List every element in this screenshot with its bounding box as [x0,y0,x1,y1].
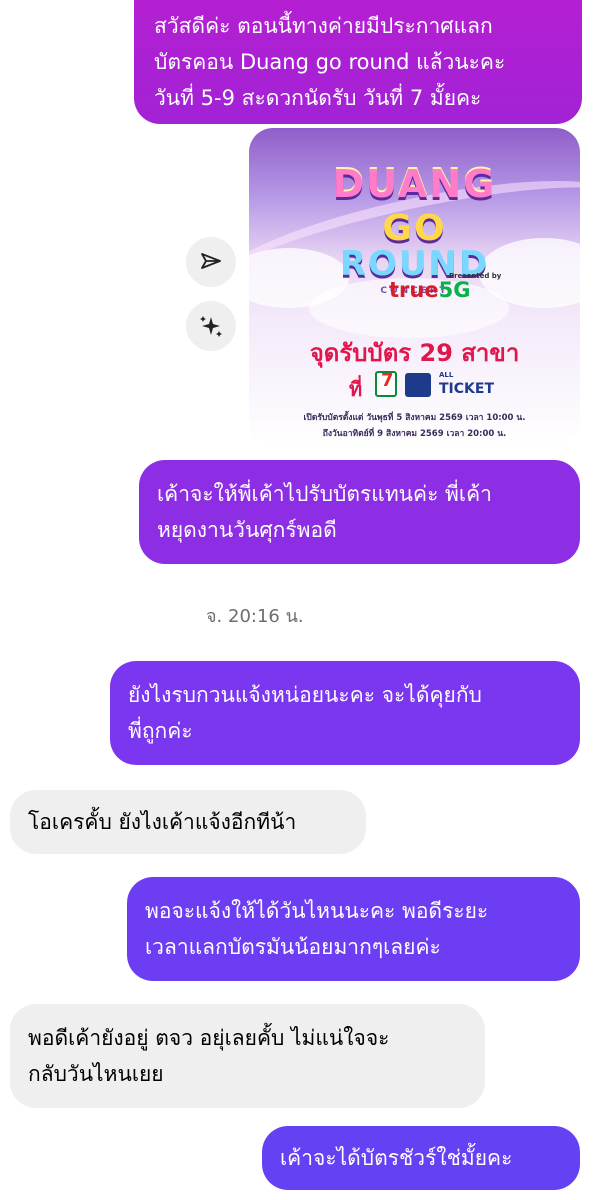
ai-sparkle-button[interactable] [186,301,236,351]
counter-service-logo [405,373,431,397]
seven-eleven-logo [375,370,397,397]
sponsor-5g: 5G [438,278,471,302]
message-text-line: หยุดงานวันศุกร์พอดี [157,518,337,542]
message-bubble-outgoing[interactable]: เค้าจะให้พี่เค้าไปรับบัตรแทนค่ะ พี่เค้า … [139,460,580,564]
message-text-line: เค้าจะได้บัตรชัวร์ใช่มั้ยคะ [280,1146,513,1170]
message-text-line: บัตรคอน Duang go round แล้วนะคะ [154,50,506,74]
sponsor-true: true [389,278,439,302]
poster-title: จุดรับบัตร 29 สาขา [309,339,520,367]
sparkle-icon [200,316,222,337]
poster-logo-duang: DUANG [332,162,497,206]
share-icon [201,253,221,269]
all-ticket-logo-all: ALL [439,371,454,379]
all-ticket-logo-ticket: TICKET [439,381,494,397]
poster-logo-go: GO [382,208,447,249]
message-text-line: เค้าจะให้พี่เค้าไปรับบัตรแทนค่ะ พี่เค้า [157,482,492,506]
chat-timestamp: จ. 20:16 น. [206,606,304,627]
concert-poster-image[interactable]: DUANG GO ROUND CONCERT Presented by true… [249,128,580,446]
poster-sponsor-logo: true5G [389,278,470,302]
message-bubble-incoming[interactable]: โอเครคั้บ ยังไงเค้าแจ้งอีกทีน้า [10,790,366,854]
message-text-line: พอดีเค้ายังอยู่ ตจว อยุ่เลยคั้บ ไม่แน่ใจ… [28,1026,390,1050]
message-bubble-outgoing[interactable]: พอจะแจ้งให้ได้วันไหนนะคะ พอดีระยะ เวลาแล… [127,877,580,981]
message-bubble-outgoing[interactable]: ยังไงรบกวนแจ้งหน่อยนะคะ จะได้คุยกับ พี่ถ… [110,661,580,765]
message-bubble-outgoing[interactable]: เค้าจะได้บัตรชัวร์ใช่มั้ยคะ [262,1126,580,1190]
share-button[interactable] [186,237,236,287]
message-text-line: สวัสดีค่ะ ตอนนี้ทางค่ายมีประกาศแลก [154,14,493,38]
message-text-line: พอจะแจ้งให้ได้วันไหนนะคะ พอดีระยะ [145,899,489,923]
message-bubble-incoming[interactable]: พอดีเค้ายังอยู่ ตจว อยุ่เลยคั้บ ไม่แน่ใจ… [10,1004,485,1108]
poster-at-label: ที่ [349,377,363,401]
message-text-line: เวลาแลกบัตรมันน้อยมากๆเลยค่ะ [145,935,441,959]
message-text-line: โอเครคั้บ ยังไงเค้าแจ้งอีกทีน้า [28,810,297,834]
poster-date-line: ถึงวันอาทิตย์ที่ 9 สิงหาคม 2569 เวลา 20:… [322,429,507,439]
message-text-line: วันที่ 5-9 สะดวกนัดรับ วันที่ 7 มั้ยคะ [154,86,482,110]
message-text-line: พี่ถูกค่ะ [128,719,193,743]
message-bubble-outgoing[interactable]: สวัสดีค่ะ ตอนนี้ทางค่ายมีประกาศแลก บัตรค… [134,0,582,124]
poster-date-line: เปิดรับบัตรตั้งแต่ วันพุธที่ 5 สิงหาคม 2… [303,413,526,423]
message-text-line: กลับวันไหนเยย [28,1062,164,1086]
message-text-line: ยังไงรบกวนแจ้งหน่อยนะคะ จะได้คุยกับ [128,683,482,707]
